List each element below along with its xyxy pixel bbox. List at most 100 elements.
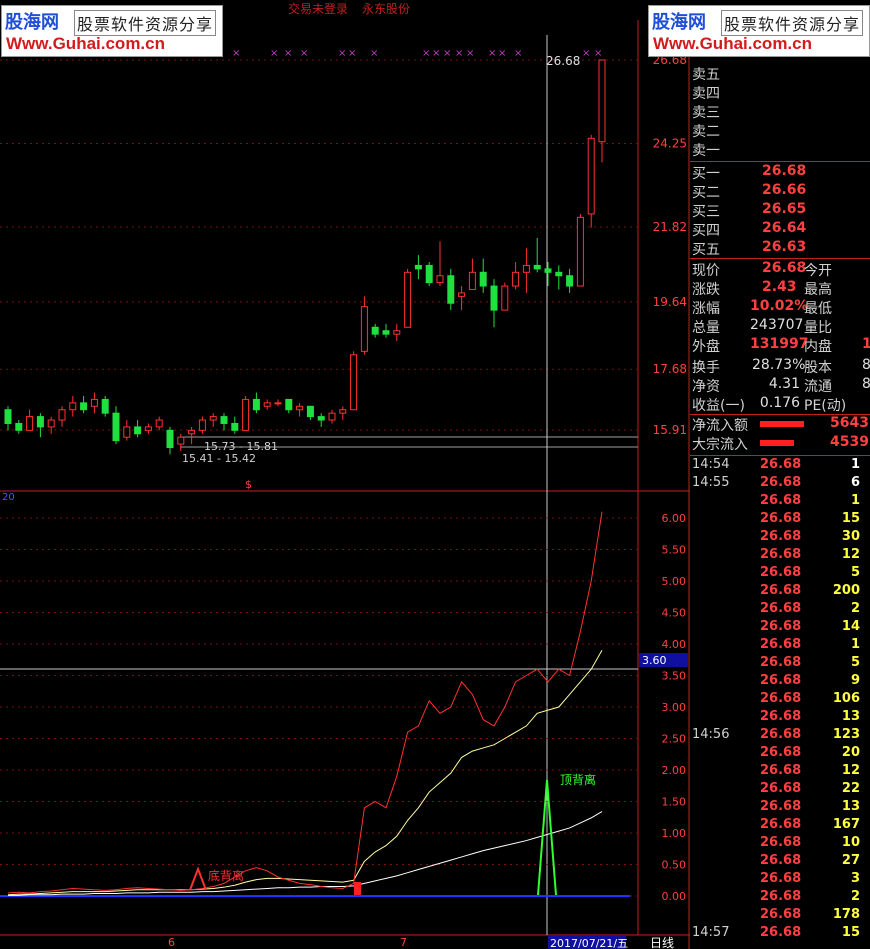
trade-volume: 3	[850, 871, 860, 886]
stat-value: 10.02%	[750, 298, 809, 314]
candle-body	[468, 271, 476, 290]
trade-row: 26.68 14	[692, 619, 870, 637]
xaxis-label-6: 6	[168, 936, 175, 949]
trade-price: 26.68	[760, 637, 802, 652]
candle-body	[576, 216, 584, 287]
flow-value: 56437	[830, 415, 870, 431]
stat2-value: 4.31	[768, 376, 800, 392]
candle-body	[479, 271, 487, 287]
watermark-brand: 股海网	[652, 12, 706, 33]
candle-body	[587, 137, 595, 215]
candle-body	[123, 426, 131, 438]
stat2-label: 收益(一)	[692, 398, 745, 414]
candle-body	[166, 429, 174, 449]
stat2-label: 净资	[692, 379, 720, 395]
buy-level-price: 26.63	[762, 239, 807, 255]
trade-volume: 15	[841, 925, 860, 940]
candle-body	[80, 402, 88, 411]
trade-price: 26.68	[760, 547, 802, 562]
login-status-link[interactable]: 交易未登录	[288, 0, 348, 17]
buy-level-label: 买二	[692, 185, 720, 201]
trade-price: 26.68	[760, 457, 802, 472]
candle-body	[209, 416, 217, 421]
trade-price: 26.68	[760, 601, 802, 616]
trade-row: 26.68 2	[692, 889, 870, 907]
trade-volume: 14	[841, 619, 860, 634]
indicator-axis-label: 5.50	[662, 544, 687, 557]
candle-body	[26, 416, 34, 431]
candle-body	[414, 264, 422, 270]
buy-level-price: 26.64	[762, 220, 807, 236]
candle-body	[112, 412, 120, 442]
stock-name-link[interactable]: 永东股份	[362, 0, 410, 17]
price-axis-label: 21.82	[653, 220, 687, 234]
watermark-slogan: 股票软件资源分享	[74, 10, 217, 36]
indicator-axis-label: 1.00	[662, 827, 687, 840]
candle-body	[490, 285, 498, 311]
price-axis-label: 24.25	[653, 136, 687, 150]
candle-body	[15, 422, 23, 431]
trade-volume: 27	[841, 853, 860, 868]
trade-volume: 5	[850, 655, 860, 670]
trade-row: 26.68 1	[692, 493, 870, 511]
candle-body	[501, 285, 509, 311]
trade-row: 26.68 30	[692, 529, 870, 547]
trade-row: 26.68 5	[692, 655, 870, 673]
candle-body	[393, 330, 401, 335]
trades-divider	[690, 455, 870, 456]
trade-row: 14:54 26.68 1	[692, 457, 870, 475]
stat2-value: 28.73%	[752, 357, 806, 373]
watermark-brand: 股海网	[5, 12, 59, 33]
candle-body	[522, 264, 530, 273]
trade-row: 26.68 5	[692, 565, 870, 583]
candle-body	[101, 398, 109, 414]
stats-divider	[690, 258, 870, 259]
stat2-label-2: PE(动)	[804, 398, 847, 414]
watermark-url: Www.Guhai.com.cn	[653, 34, 812, 53]
signal-x-mark: ×	[422, 48, 430, 59]
candle-body	[339, 409, 347, 414]
trade-volume: 13	[841, 799, 860, 814]
trade-price: 26.68	[760, 565, 802, 580]
signal-x-mark: ×	[270, 48, 278, 59]
trade-row: 26.68 106	[692, 691, 870, 709]
stat-label-2: 内盘	[804, 339, 832, 355]
candle-body	[512, 271, 520, 287]
trade-row: 14:56 26.68 123	[692, 727, 870, 745]
flow-value: 4539	[830, 434, 869, 450]
trade-volume: 106	[832, 691, 860, 706]
trade-time: 14:57	[692, 925, 730, 940]
signal-x-mark: ×	[514, 48, 522, 59]
buy-level-label: 买一	[692, 166, 720, 182]
candle-body	[285, 398, 293, 411]
trade-price: 26.68	[760, 673, 802, 688]
trade-price: 26.68	[760, 925, 802, 940]
candle-body	[447, 275, 455, 304]
trade-price: 26.68	[760, 835, 802, 850]
trade-row: 26.68 15	[692, 511, 870, 529]
candle-body	[231, 422, 239, 431]
candle-body	[404, 271, 412, 328]
trade-price: 26.68	[760, 727, 802, 742]
flow-label: 大宗流入	[692, 437, 748, 453]
range-label-2: 15.41 - 15.42	[182, 452, 256, 465]
signal-x-mark: ×	[432, 48, 440, 59]
candle-body	[350, 354, 358, 411]
flow-bar	[760, 440, 794, 446]
candle-body	[382, 330, 390, 335]
candle-body	[544, 268, 552, 273]
candle-body	[436, 275, 444, 284]
trade-volume: 12	[841, 763, 860, 778]
trade-time: 14:54	[692, 457, 730, 472]
last-price-label: 26.68	[546, 54, 580, 68]
trade-price: 26.68	[760, 691, 802, 706]
candle-body	[274, 402, 282, 405]
indicator-corner-label: 20	[2, 492, 15, 503]
signal-x-mark: ×	[498, 48, 506, 59]
candle-body	[371, 326, 379, 335]
signal-x-mark: ×	[348, 48, 356, 59]
indicator-marker-value: 3.60	[642, 654, 667, 667]
signal-x-mark: ×	[443, 48, 451, 59]
signal-x-mark: ×	[284, 48, 292, 59]
stat-value: 243707	[750, 317, 804, 333]
